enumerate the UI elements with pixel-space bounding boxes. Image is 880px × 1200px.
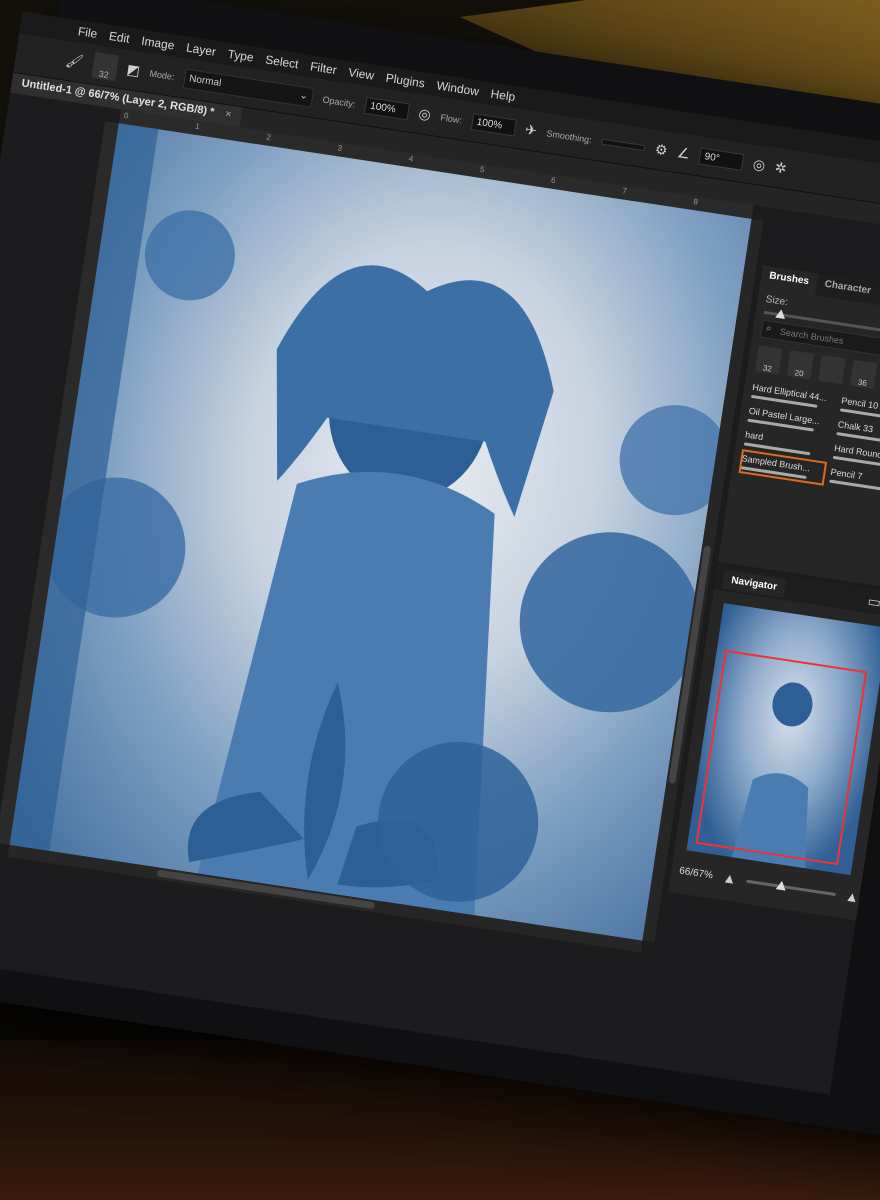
flow-field[interactable]: 100% xyxy=(470,113,517,137)
ruler-tick-6: 6 xyxy=(550,175,557,186)
gear-icon[interactable]: ⚙ xyxy=(654,141,669,160)
menu-help[interactable]: Help xyxy=(490,87,517,105)
zoom-in-icon[interactable]: ▲ xyxy=(844,888,860,906)
brush-preset-4[interactable]: 36 xyxy=(849,359,878,390)
chevron-down-icon: ⌄ xyxy=(298,90,309,103)
menu-image[interactable]: Image xyxy=(140,34,175,53)
pressure-size-icon[interactable]: ◎ xyxy=(752,156,766,175)
menu-file[interactable]: File xyxy=(77,24,98,41)
airbrush-icon[interactable]: ✈ xyxy=(524,121,538,140)
mode-value: Normal xyxy=(188,73,222,90)
navigator-thumbnail[interactable] xyxy=(686,603,880,876)
brush-search-placeholder: Search Brushes xyxy=(779,326,845,346)
close-icon[interactable]: × xyxy=(224,108,232,121)
ruler-tick-3: 3 xyxy=(336,143,343,153)
brush-preset-picker[interactable]: 32 xyxy=(91,51,119,81)
opacity-field[interactable]: 100% xyxy=(364,96,411,121)
zoom-value[interactable]: 66/67% xyxy=(679,865,714,881)
menu-filter[interactable]: Filter xyxy=(309,59,337,77)
ruler-tick-1: 1 xyxy=(194,121,201,132)
zoom-out-icon[interactable]: ▲ xyxy=(722,869,738,887)
tab-navigator[interactable]: Navigator xyxy=(722,569,787,598)
smoothing-label: Smoothing: xyxy=(545,127,593,145)
ruler-tick-4: 4 xyxy=(408,154,414,164)
ruler-tick-5: 5 xyxy=(479,164,486,175)
opacity-label: Opacity: xyxy=(322,94,357,109)
brush-size-value: 32 xyxy=(98,68,110,80)
ruler-tick-0: 0 xyxy=(123,110,130,121)
menu-view[interactable]: View xyxy=(347,65,375,83)
photoshop-screen: File Edit Image Layer Type Select Filter… xyxy=(0,11,880,1095)
menu-type[interactable]: Type xyxy=(227,47,255,65)
flower-left-top xyxy=(144,210,235,301)
slider-handle[interactable] xyxy=(775,308,787,320)
symmetry-butterfly-icon[interactable]: ✲ xyxy=(774,159,788,178)
navigator-actions: ▭ ⊞ xyxy=(867,592,880,613)
menu-select[interactable]: Select xyxy=(264,53,299,72)
folder-icon[interactable]: ▭ xyxy=(867,592,880,611)
cyanotype-artwork xyxy=(9,123,730,916)
search-icon: ⌕ xyxy=(765,322,773,334)
zoom-slider-handle[interactable] xyxy=(775,879,787,891)
ruler-tick-2: 2 xyxy=(265,132,272,143)
brush-preset-1[interactable]: 32 xyxy=(754,345,783,375)
pressure-opacity-icon[interactable]: ◎ xyxy=(417,105,432,124)
menu-edit[interactable]: Edit xyxy=(108,29,131,46)
flow-label: Flow: xyxy=(439,111,463,125)
menu-window[interactable]: Window xyxy=(436,78,480,98)
brush-preset-2[interactable]: 20 xyxy=(786,350,815,380)
navigator-view-box[interactable] xyxy=(695,649,868,866)
ruler-tick-7: 7 xyxy=(621,186,628,196)
menu-plugins[interactable]: Plugins xyxy=(385,71,426,91)
brush-preset-3[interactable] xyxy=(818,354,846,385)
angle-icon: ∠ xyxy=(676,144,692,162)
mode-label: Mode: xyxy=(148,67,176,82)
brush-tool-icon[interactable]: 🖌 xyxy=(64,52,85,71)
brush-item[interactable]: Pencil 7 xyxy=(829,464,880,498)
ruler-tick-8: 8 xyxy=(692,197,699,207)
smoothing-field[interactable] xyxy=(601,138,646,151)
angle-field[interactable]: 90° xyxy=(698,147,745,171)
zoom-slider[interactable] xyxy=(746,879,836,896)
menu-layer[interactable]: Layer xyxy=(185,41,217,59)
brush-settings-icon[interactable]: ◩ xyxy=(125,61,141,80)
brush-list: Hard Elliptical 44... Pencil 10 Oil Past… xyxy=(731,372,880,505)
artwork-canvas[interactable] xyxy=(9,123,752,941)
